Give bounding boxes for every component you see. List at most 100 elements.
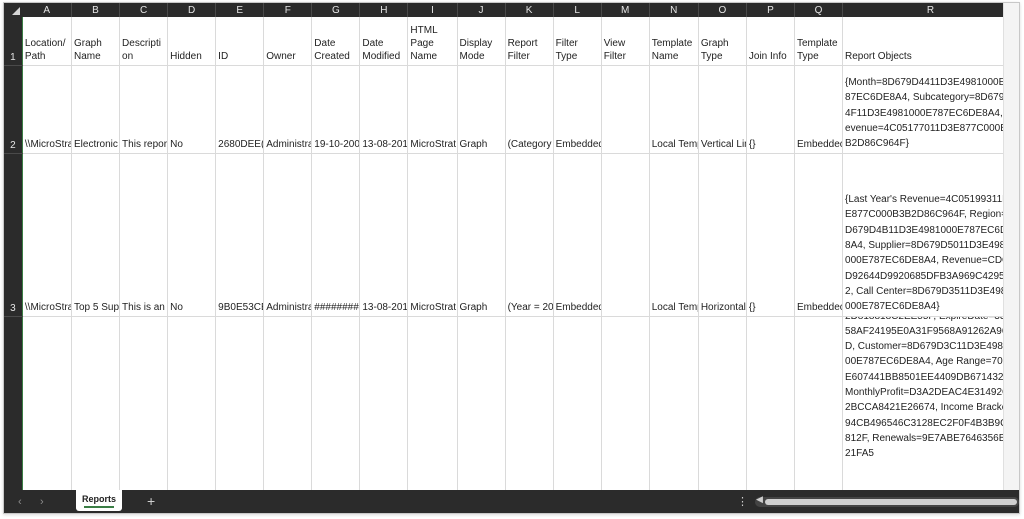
select-all-button[interactable] (4, 3, 23, 17)
cell-hidden[interactable] (167, 316, 217, 490)
header-cell-view-filter[interactable]: View Filter (601, 17, 650, 66)
cell-display-mode[interactable]: Graph (457, 65, 506, 154)
header-cell-owner[interactable]: Owner (263, 17, 313, 66)
column-header-f[interactable]: F (263, 3, 313, 17)
cell-id[interactable]: 2680DEE( (215, 65, 265, 154)
cell-graph-name[interactable] (71, 316, 121, 490)
scrollbar-thumb[interactable] (765, 499, 1017, 505)
cell-template-type[interactable] (794, 316, 844, 490)
cell-filter-type[interactable]: Embedded (553, 65, 602, 154)
cell-html-page-name[interactable] (407, 316, 458, 490)
header-cell-location-path[interactable]: Location/ Path (21, 17, 72, 66)
cell-date-modified[interactable] (359, 316, 409, 490)
cell-id[interactable]: 9B0E53CE (215, 153, 265, 317)
cell-description[interactable] (119, 316, 169, 490)
column-header-a[interactable]: A (22, 3, 72, 17)
cell-template-name[interactable] (649, 316, 699, 490)
header-cell-display-mode[interactable]: Display Mode (457, 17, 506, 66)
header-cell-report-objects[interactable]: Report Objects (842, 17, 1005, 66)
sheet-tab-reports[interactable]: Reports (76, 490, 122, 511)
cell-view-filter[interactable] (601, 153, 650, 317)
cell-date-modified[interactable]: 13-08-201 (359, 65, 409, 154)
cell-location-path[interactable] (21, 316, 72, 490)
cell-hidden[interactable]: No (167, 153, 217, 317)
header-cell-join-info[interactable]: Join Info (746, 17, 795, 66)
cell-date-created[interactable] (311, 316, 361, 490)
cell-html-page-name[interactable]: MicroStrat (407, 153, 458, 317)
row-header-1[interactable]: 1 (4, 17, 23, 66)
cell-report-objects[interactable]: {Last Year's Revenue=4C05199311D3E877C00… (842, 153, 1005, 317)
column-header-j[interactable]: J (457, 3, 506, 17)
cell-graph-name[interactable]: Electronic (71, 65, 121, 154)
cell-template-type[interactable]: Embeddec (794, 153, 844, 317)
column-header-p[interactable]: P (746, 3, 795, 17)
column-header-e[interactable]: E (215, 3, 265, 17)
header-cell-description[interactable]: Descripti on (119, 17, 169, 66)
cell-graph-type[interactable]: Horizontal (698, 153, 747, 317)
header-cell-template-name[interactable]: Template Name (649, 17, 699, 66)
header-cell-date-created[interactable]: Date Created (311, 17, 361, 66)
column-header-i[interactable]: I (407, 3, 458, 17)
column-header-k[interactable]: K (505, 3, 554, 17)
cell-graph-type[interactable] (698, 316, 747, 490)
cell-report-objects[interactable]: {Month=8D679D4411D3E4981000E787EC6DE8A4,… (842, 65, 1005, 154)
header-cell-graph-name[interactable]: Graph Name (71, 17, 121, 66)
column-header-b[interactable]: B (71, 3, 121, 17)
row-header-3[interactable]: 3 (4, 153, 23, 317)
header-cell-report-filter[interactable]: Report Filter (505, 17, 554, 66)
header-cell-filter-type[interactable]: Filter Type (553, 17, 602, 66)
column-header-h[interactable]: H (359, 3, 409, 17)
column-header-n[interactable]: N (649, 3, 699, 17)
header-cell-graph-type[interactable]: Graph Type (698, 17, 747, 66)
cell-owner[interactable] (263, 316, 313, 490)
row-header-2[interactable]: 2 (4, 65, 23, 154)
cell-description[interactable]: This is an e (119, 153, 169, 317)
plus-icon[interactable]: + (147, 493, 155, 509)
header-cell-id[interactable]: ID (215, 17, 265, 66)
cell-report-filter[interactable]: (Year = 20 (505, 153, 554, 317)
header-cell-template-type[interactable]: Template Type (794, 17, 844, 66)
cell-date-modified[interactable]: 13-08-201 (359, 153, 409, 317)
header-cell-html-page-name[interactable]: HTML Page Name (407, 17, 458, 66)
cell-view-filter[interactable] (601, 65, 650, 154)
header-cell-date-modified[interactable]: Date Modified (359, 17, 409, 66)
triangle-left-icon[interactable]: ◀ (756, 494, 763, 505)
cell-owner[interactable]: Administra (263, 65, 313, 154)
column-header-d[interactable]: D (167, 3, 217, 17)
column-header-r[interactable]: R (842, 3, 1005, 17)
cell-date-created[interactable]: ######## (311, 153, 361, 317)
cell-filter-type[interactable]: Embedded (553, 153, 602, 317)
cell-display-mode[interactable]: Graph (457, 153, 506, 317)
header-cell-hidden[interactable]: Hidden (167, 17, 217, 66)
column-header-g[interactable]: G (311, 3, 361, 17)
column-header-o[interactable]: O (698, 3, 747, 17)
cell-template-name[interactable]: Local Temp (649, 153, 699, 317)
cell-filter-type[interactable] (553, 316, 602, 490)
cell-report-objects[interactable]: 2D818818C2EE55F, ExpireDate=33C58AF24195… (842, 316, 1005, 490)
cell-join-info[interactable] (746, 316, 795, 490)
cell-id[interactable] (215, 316, 265, 490)
cell-location-path[interactable]: \\MicroStra (21, 65, 72, 154)
column-header-q[interactable]: Q (794, 3, 844, 17)
horizontal-scrollbar[interactable]: ◀ (755, 494, 1019, 507)
row-header-4[interactable] (4, 316, 23, 490)
cell-report-filter[interactable] (505, 316, 554, 490)
cell-display-mode[interactable] (457, 316, 506, 490)
vertical-scrollbar[interactable] (1003, 3, 1019, 490)
cell-template-type[interactable]: Embeddec (794, 65, 844, 154)
cell-view-filter[interactable] (601, 316, 650, 490)
cell-description[interactable]: This report (119, 65, 169, 154)
cell-html-page-name[interactable]: MicroStrat (407, 65, 458, 154)
cell-owner[interactable]: Administra (263, 153, 313, 317)
cell-graph-type[interactable]: Vertical Lin (698, 65, 747, 154)
vertical-dots-icon[interactable]: ⋮ (737, 495, 748, 508)
cell-join-info[interactable]: {} (746, 153, 795, 317)
cell-date-created[interactable]: 19-10-200 (311, 65, 361, 154)
chevron-left-icon[interactable]: ‹ (18, 496, 22, 508)
column-header-m[interactable]: M (601, 3, 650, 17)
column-header-l[interactable]: L (553, 3, 602, 17)
cell-graph-name[interactable]: Top 5 Supp (71, 153, 121, 317)
cell-join-info[interactable]: {} (746, 65, 795, 154)
cell-location-path[interactable]: \\MicroStra (21, 153, 72, 317)
cell-report-filter[interactable]: (Category (505, 65, 554, 154)
